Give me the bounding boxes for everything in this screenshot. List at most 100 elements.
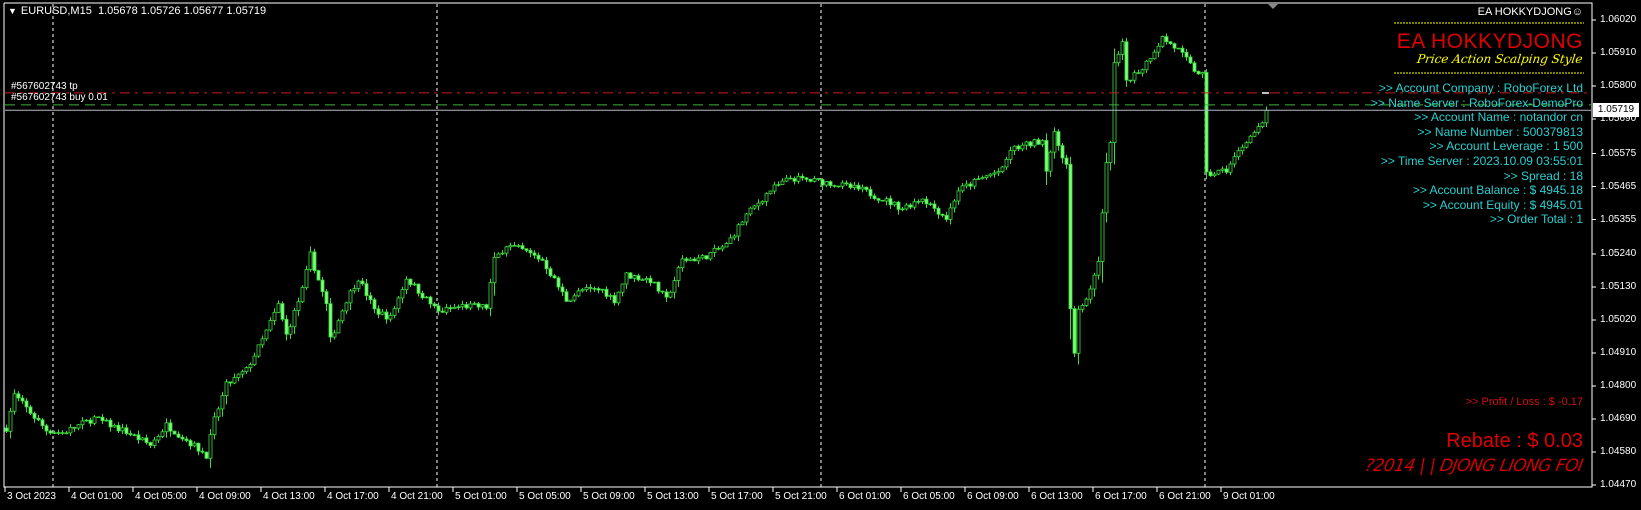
candle-body [212,416,217,436]
candle-body [1196,71,1201,75]
candle-body [1232,156,1237,165]
candle-body [1076,308,1081,354]
candle-body [596,288,601,291]
time-tick-label: 6 Oct 13:00 [1031,491,1083,502]
candle-body [640,279,645,281]
candle-body [164,422,169,433]
candle-body [20,397,25,402]
candle-body [736,224,741,237]
candle-body [148,442,153,446]
candle-body [28,406,33,414]
candle-body [1136,72,1141,74]
candle-body [480,304,485,308]
candle-body [4,427,9,432]
candle-body [1012,145,1017,152]
price-tick-label: 1.06020 [1600,14,1637,25]
candle-body [816,178,821,180]
account-info-line: >> Account Equity : $ 4945.01 [1422,197,1583,212]
candle-body [896,201,901,210]
candle-body [376,308,381,315]
candle-body [1060,145,1065,159]
candle-body [808,179,813,182]
candle-body [600,288,605,291]
time-tick-label: 5 Oct 21:00 [775,491,827,502]
candle-body [392,308,397,316]
candle-body [272,311,277,321]
triangle-down-icon[interactable]: ▼ [8,6,17,16]
candle-body [348,290,353,304]
candle-body [956,190,961,202]
candle-body [368,295,373,301]
candle-body [60,432,65,434]
candle-body [440,310,445,313]
candle-body [612,295,617,304]
candle-body [292,310,297,328]
candle-body [572,295,577,301]
time-tick-label: 6 Oct 05:00 [903,491,955,502]
smiley-icon: ☺ [1571,6,1583,18]
price-tick-label: 1.05575 [1600,147,1637,159]
time-tick-label: 4 Oct 05:00 [135,491,187,502]
candle-body [936,207,941,215]
candle-body [1068,163,1073,310]
candle-body [216,408,221,418]
candle-body [104,419,109,422]
candle-body [704,255,709,260]
candle-body [156,435,161,441]
candle-body [888,198,893,206]
candle-body [176,433,181,438]
candle-body [96,416,101,419]
candle-body [256,344,261,357]
current-price-label: 1.05719 [1593,103,1639,117]
candle-body [576,290,581,297]
chart-shift-marker-icon[interactable] [1268,4,1278,9]
candle-body [1036,139,1041,145]
candle-body [300,287,305,303]
candle-body [712,247,717,253]
profit-loss: >> Profit / Loss : $ -0.17 [1465,396,1583,408]
candle-body [512,245,517,247]
candle-body [624,272,629,285]
candle-body [548,268,553,277]
candle-body [744,213,749,223]
candle-body [520,245,525,250]
candle-body [980,177,985,180]
candle-body [592,288,597,290]
candle-body [1160,36,1165,47]
candle-body [268,320,273,331]
price-tick-label: 1.05240 [1600,248,1637,259]
candle-body [116,424,121,432]
candle-body [1128,79,1133,82]
candle-body [180,436,185,440]
candle-body [580,289,585,292]
candle-body [172,430,177,435]
candle-body [632,275,637,279]
candle-body [1080,305,1085,310]
candle-body [660,290,665,293]
candle-body [820,179,825,186]
candle-body [564,291,569,302]
candle-body [876,198,881,201]
candle-body [924,198,929,205]
candle-body [296,301,301,311]
candle-body [756,202,761,207]
candle-body [444,307,449,313]
candle-body [840,182,845,187]
candle-body [532,252,537,256]
candle-body [700,255,705,259]
ea-tagline: Price Action Scalping Style [1416,52,1584,66]
candle-body [708,252,713,260]
candle-body [260,338,265,346]
candle-body [12,393,17,412]
candle-body [448,307,453,310]
candle-body [656,281,661,292]
time-tick-label: 4 Oct 09:00 [199,491,251,502]
candle-body [328,303,333,338]
symbol-timeframe: EURUSD,M15 [20,5,92,17]
candle-body [244,367,249,373]
account-info-line: >> Name Server : RoboForex-DemoPro [1370,95,1583,110]
chart-header: ▼ EURUSD,M15 1.05678 1.05726 1.05677 1.05… [8,5,266,17]
candle-body [128,433,133,436]
candle-body [152,439,157,446]
account-info-line: >> Account Balance : $ 4945.18 [1412,183,1583,198]
